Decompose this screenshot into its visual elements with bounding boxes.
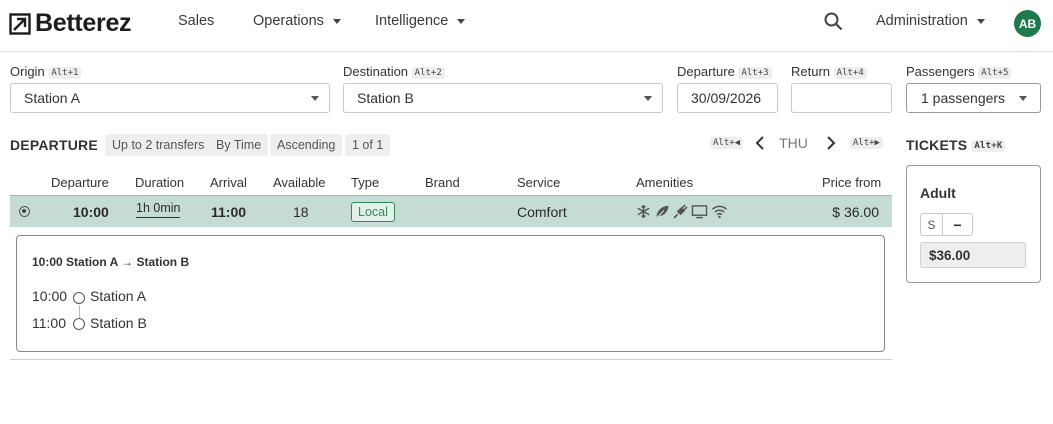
plug-icon <box>673 204 688 219</box>
chevron-down-icon <box>1019 96 1027 101</box>
passenger-type: Adult <box>920 185 956 201</box>
return-label: Return Alt+4 <box>791 64 867 79</box>
user-avatar[interactable]: AB <box>1014 10 1041 37</box>
chip-sort-order[interactable]: Ascending <box>270 134 343 156</box>
return-shortcut: Alt+4 <box>833 66 867 79</box>
destination-shortcut: Alt+2 <box>411 66 445 79</box>
stop-time: 10:00 <box>32 288 68 304</box>
nav-administration[interactable]: Administration <box>876 13 985 29</box>
chevron-down-icon <box>457 19 466 24</box>
chevron-down-icon <box>644 96 652 101</box>
passengers-label-text: Passengers <box>906 64 975 79</box>
brand-logo[interactable]: Betterez <box>9 9 132 38</box>
divider <box>10 359 892 360</box>
origin-label: Origin Alt+1 <box>10 64 82 79</box>
return-label-text: Return <box>791 64 831 79</box>
chip-transfers[interactable]: Up to 2 transfers <box>105 134 212 156</box>
col-departure: Departure <box>51 175 109 190</box>
seat-button[interactable]: S <box>921 214 943 235</box>
departure-section-title: DEPARTURE <box>10 137 98 153</box>
col-service: Service <box>517 175 561 190</box>
chevron-left-icon[interactable] <box>755 136 765 150</box>
route-line <box>79 305 80 319</box>
departure-label: Departure Alt+3 <box>677 64 772 79</box>
stop-time: 11:00 <box>32 315 66 331</box>
nav-intelligence[interactable]: Intelligence <box>375 13 466 29</box>
table-row[interactable]: 10:00 1h 0min 11:00 18 Local Comfort $ 3… <box>10 195 892 227</box>
nav-sales-label: Sales <box>178 13 215 29</box>
search-icon[interactable] <box>824 12 843 31</box>
return-date-input[interactable] <box>791 83 892 113</box>
trip-details-title: 10:00 Station A → Station B <box>32 255 190 269</box>
col-type: Type <box>351 175 380 190</box>
nav-intelligence-label: Intelligence <box>375 13 449 29</box>
prev-day-shortcut: Alt+◀ <box>710 137 744 149</box>
row-available: 18 <box>293 204 309 220</box>
chevron-down-icon <box>332 19 341 24</box>
tickets-shortcut: Alt+K <box>971 140 1006 153</box>
destination-value: Station B <box>357 90 414 106</box>
type-badge: Local <box>351 202 395 222</box>
nav-administration-label: Administration <box>876 13 968 29</box>
origin-select[interactable]: Station A <box>10 83 330 113</box>
current-day: THU <box>779 135 808 151</box>
nav-operations-label: Operations <box>253 13 324 29</box>
nav-sales[interactable]: Sales <box>178 13 214 29</box>
trip-details-panel: 10:00 Station A → Station B 10:00 Statio… <box>16 235 885 352</box>
row-select-radio[interactable] <box>19 206 30 217</box>
row-duration[interactable]: 1h 0min <box>136 201 181 218</box>
row-arrival: 11:00 <box>211 204 247 220</box>
seat-control: S − <box>920 213 973 236</box>
origin-value: Station A <box>24 90 81 106</box>
row-departure: 10:00 <box>73 204 109 220</box>
destination-label-text: Destination <box>343 64 409 79</box>
tickets-title-text: TICKETS <box>906 137 968 153</box>
row-price: $ 36.00 <box>832 204 879 220</box>
departure-date-input[interactable]: 30/09/2026 <box>677 83 778 113</box>
logo-arrow-icon <box>9 12 31 35</box>
chevron-right-icon[interactable] <box>826 136 836 150</box>
departure-shortcut: Alt+3 <box>738 66 772 79</box>
nav-operations[interactable]: Operations <box>253 13 341 29</box>
passengers-label: Passengers Alt+5 <box>906 64 1012 79</box>
passengers-value: 1 passengers <box>921 90 1006 106</box>
col-amenities: Amenities <box>636 175 694 190</box>
col-duration: Duration <box>135 175 185 190</box>
day-pager: Alt+◀ THU Alt+▶ <box>710 135 883 151</box>
col-brand: Brand <box>425 175 460 190</box>
departure-date-value: 30/09/2026 <box>691 90 762 106</box>
brand-name: Betterez <box>35 9 132 37</box>
chevron-down-icon <box>311 96 319 101</box>
chevron-down-icon <box>976 19 985 24</box>
stop-circle-icon <box>73 292 85 304</box>
chip-page-count: 1 of 1 <box>345 134 391 156</box>
origin-shortcut: Alt+1 <box>48 66 82 79</box>
col-available: Available <box>273 175 326 190</box>
destination-select[interactable]: Station B <box>343 83 663 113</box>
col-price-from: Price from <box>822 175 882 190</box>
row-service: Comfort <box>517 204 567 220</box>
passengers-select[interactable]: 1 passengers <box>906 83 1041 113</box>
stop-name: Station B <box>90 315 147 331</box>
origin-label-text: Origin <box>10 64 45 79</box>
ticket-price: $36.00 <box>920 242 1026 268</box>
amenities-icons <box>636 204 728 219</box>
snowflake-icon <box>637 204 650 219</box>
chip-sort-by[interactable]: By Time <box>209 134 269 156</box>
monitor-icon <box>691 205 708 219</box>
wifi-icon <box>711 205 728 219</box>
stop-name: Station A <box>90 288 147 304</box>
tickets-title: TICKETS Alt+K <box>906 137 1006 153</box>
top-header: Betterez Sales Operations Intelligence A… <box>0 0 1053 52</box>
remove-ticket-button[interactable]: − <box>943 214 972 235</box>
leaf-icon <box>655 205 669 219</box>
destination-label: Destination Alt+2 <box>343 64 445 79</box>
departure-label-text: Departure <box>677 64 735 79</box>
col-arrival: Arrival <box>210 175 247 190</box>
stop-circle-icon <box>73 318 85 330</box>
passengers-shortcut: Alt+5 <box>978 66 1012 79</box>
ticket-card: Adult S − $36.00 <box>906 165 1041 283</box>
next-day-shortcut: Alt+▶ <box>849 137 883 149</box>
